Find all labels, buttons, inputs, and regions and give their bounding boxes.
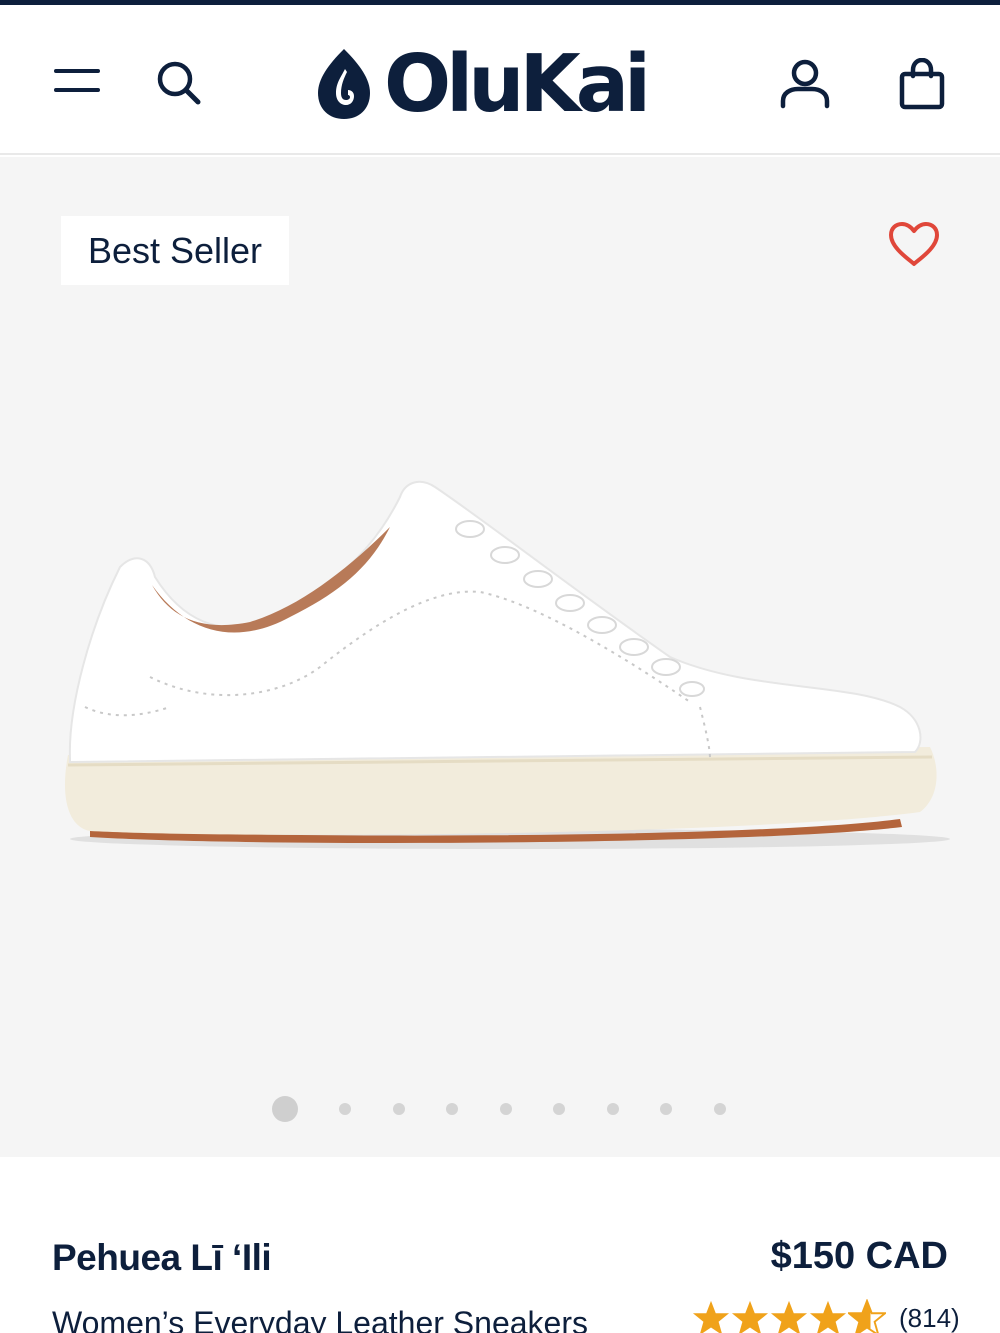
carousel-dot[interactable]: [446, 1103, 458, 1115]
carousel-dot[interactable]: [499, 1103, 512, 1115]
carousel-dot[interactable]: [392, 1103, 405, 1115]
carousel-dot[interactable]: [660, 1103, 672, 1115]
product-image-gallery[interactable]: Best Seller: [0, 157, 1000, 1157]
product-name: Pehuea Lī ʻIli: [52, 1237, 272, 1278]
star-full-icon: [731, 1300, 769, 1333]
product-info: Pehuea Lī ʻIli $150 CAD Women’s Everyday…: [0, 1157, 1000, 1333]
carousel-dots: [272, 1095, 767, 1123]
rating-stars: [692, 1299, 887, 1333]
product-rating[interactable]: (814): [692, 1299, 960, 1333]
product-price: $150 CAD: [770, 1235, 948, 1277]
star-full-icon: [809, 1300, 847, 1333]
product-subtitle: Women’s Everyday Leather Sneakers: [52, 1305, 588, 1333]
cart-button[interactable]: [890, 53, 954, 115]
product-image-white-sneaker: [64, 480, 950, 849]
carousel-dot[interactable]: [272, 1096, 298, 1122]
star-full-icon: [770, 1300, 808, 1333]
carousel-dot[interactable]: [339, 1103, 351, 1115]
carousel-dot[interactable]: [606, 1103, 619, 1115]
site-header: OluKai: [0, 5, 1000, 155]
olukai-hook-logo-icon: [318, 49, 370, 119]
account-button[interactable]: [772, 53, 838, 115]
wishlist-button[interactable]: [884, 215, 944, 273]
carousel-dot[interactable]: [713, 1103, 726, 1115]
brand-logo[interactable]: OluKai: [316, 37, 651, 130]
star-full-icon: [692, 1300, 730, 1333]
shopping-bag-icon: [899, 58, 945, 110]
menu-button[interactable]: [48, 55, 106, 107]
search-button[interactable]: [150, 55, 208, 111]
best-seller-badge: Best Seller: [61, 216, 289, 285]
logo-wordmark: OluKai: [384, 37, 651, 130]
account-icon: [780, 59, 830, 109]
carousel-dot[interactable]: [553, 1103, 565, 1115]
heart-icon: [889, 222, 939, 266]
search-icon: [157, 61, 201, 105]
menu-icon: [54, 69, 100, 92]
review-count: (814): [899, 1302, 960, 1333]
star-half-icon: [848, 1299, 886, 1333]
